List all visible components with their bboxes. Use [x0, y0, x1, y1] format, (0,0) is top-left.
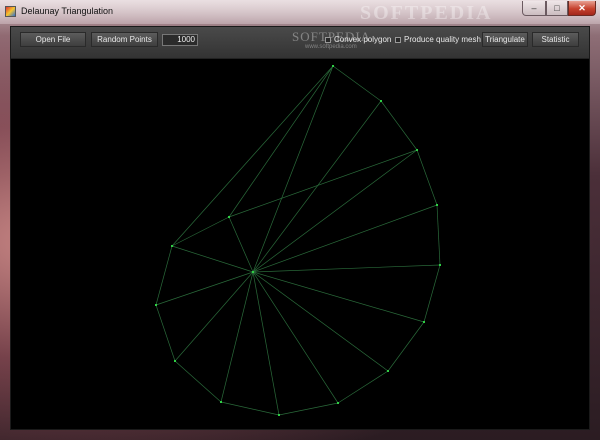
mesh-edge [337, 370, 389, 404]
mesh-point [155, 304, 157, 306]
mesh-edge [436, 204, 441, 266]
mesh-edge [252, 149, 418, 273]
open-file-button[interactable]: Open File [20, 32, 86, 47]
mesh-edge [252, 271, 280, 416]
mesh-point [332, 65, 334, 67]
softpedia-watermark: SOFTPEDIA [360, 2, 493, 24]
mesh-edge [220, 271, 254, 403]
toolbar: Open File Random Points 1000 SOFTPEDIA w… [11, 27, 589, 59]
app-window: Delaunay Triangulation SOFTPEDIA – □ ✕ O… [0, 0, 600, 440]
mesh-point [416, 149, 418, 151]
app-icon [5, 6, 16, 17]
mesh-edge [252, 100, 382, 273]
mesh-edge [155, 304, 176, 362]
mesh-edge [228, 65, 334, 218]
mesh-point [387, 370, 389, 372]
quality-mesh-label: Produce quality mesh [404, 35, 481, 44]
triangulate-button[interactable]: Triangulate [482, 32, 528, 47]
mesh-edge [252, 264, 441, 273]
mesh-edge [228, 149, 418, 218]
mesh-edge [171, 216, 230, 247]
mesh-point [436, 204, 438, 206]
mesh-point [278, 414, 280, 416]
mesh-edge [252, 271, 389, 372]
mesh-edge [171, 245, 254, 273]
mesh-point [220, 401, 222, 403]
mesh-point [174, 360, 176, 362]
triangulation-canvas[interactable] [11, 27, 589, 429]
mesh-edge [387, 321, 425, 372]
client-area: Open File Random Points 1000 SOFTPEDIA w… [10, 26, 590, 430]
statistic-button[interactable]: Statistic [532, 32, 579, 47]
quality-mesh-checkbox[interactable] [395, 37, 401, 43]
mesh-edge [228, 216, 254, 273]
mesh-edge [252, 204, 438, 273]
maximize-button[interactable]: □ [546, 1, 568, 16]
minimize-button[interactable]: – [522, 1, 546, 16]
mesh-point [439, 264, 441, 266]
mesh-point [380, 100, 382, 102]
mesh-edge [416, 149, 438, 206]
mesh-edge [252, 271, 339, 404]
mesh-edge [252, 65, 334, 273]
mesh-point [423, 321, 425, 323]
mesh-edges [155, 65, 441, 416]
convex-polygon-checkbox[interactable] [325, 37, 331, 43]
mesh-edge [380, 100, 418, 151]
mesh-edge [252, 271, 425, 323]
point-count-input[interactable]: 1000 [162, 34, 198, 46]
mesh-edge [174, 360, 222, 403]
mesh-point [228, 216, 230, 218]
mesh-point [171, 245, 173, 247]
mesh-edge [332, 65, 382, 102]
close-button[interactable]: ✕ [568, 1, 596, 16]
mesh-edge [423, 264, 441, 323]
mesh-edge [155, 245, 173, 306]
mesh-points [155, 65, 441, 416]
window-title: Delaunay Triangulation [21, 6, 114, 16]
title-bar[interactable]: Delaunay Triangulation SOFTPEDIA – □ ✕ [0, 0, 600, 24]
convex-polygon-label: Convex polygon [334, 35, 392, 44]
mesh-edge [278, 402, 339, 416]
mesh-point [252, 271, 254, 273]
mesh-edge [220, 401, 280, 416]
softpedia-url: www.softpedia.com [305, 44, 357, 50]
random-points-button[interactable]: Random Points [91, 32, 158, 47]
mesh-edge [171, 65, 334, 247]
mesh-point [337, 402, 339, 404]
